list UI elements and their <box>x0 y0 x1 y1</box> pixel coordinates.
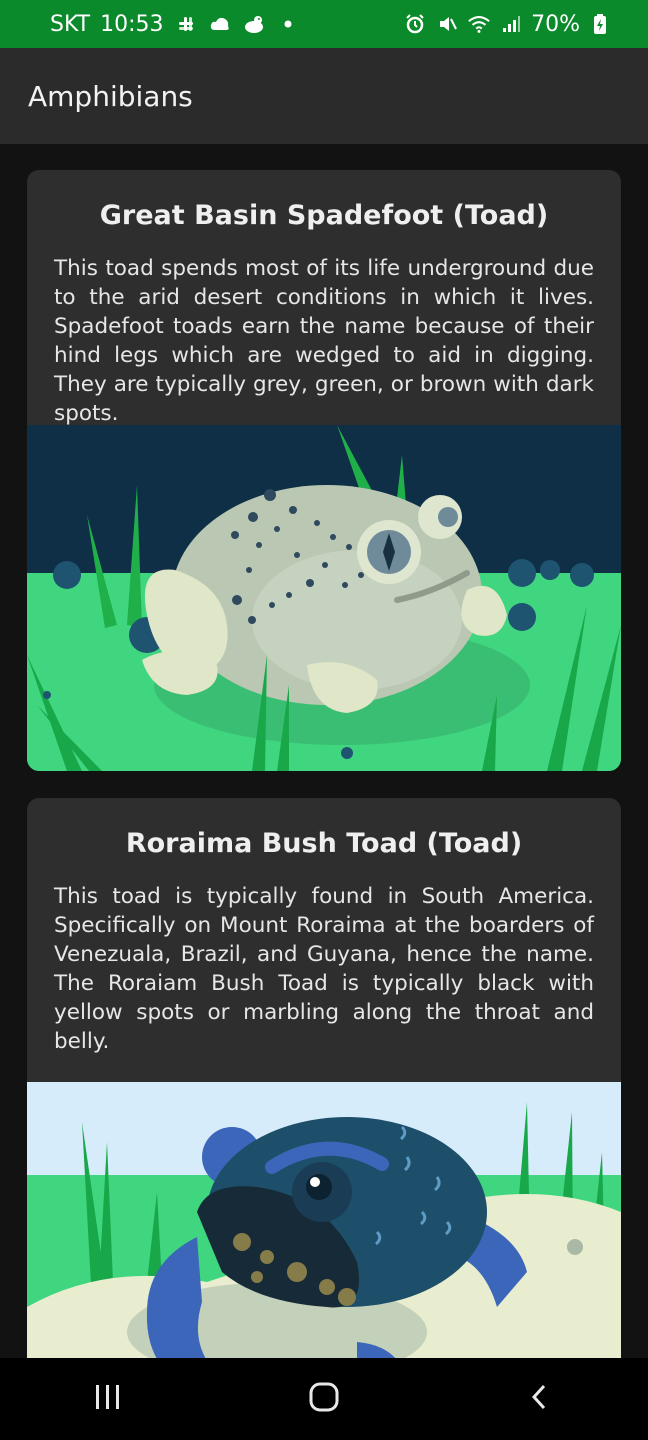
app-bar: Amphibians <box>0 48 648 144</box>
card-title: Great Basin Spadefoot (Toad) <box>99 200 549 231</box>
status-bar: SKT 10:53 70% <box>0 0 648 48</box>
card-roraima-bush-toad[interactable]: Roraima Bush Toad (Toad) This toad is ty… <box>27 798 621 1358</box>
carrier-label: SKT <box>50 11 91 37</box>
cloud-icon <box>208 12 232 36</box>
spadefoot-toad-image <box>27 425 621 771</box>
signal-icon <box>499 12 523 36</box>
app-title: Amphibians <box>28 79 193 113</box>
dot-icon <box>276 12 300 36</box>
duck-icon <box>242 12 266 36</box>
roraima-bush-toad-image <box>27 1082 621 1358</box>
home-button[interactable] <box>284 1369 364 1429</box>
battery-icon <box>588 12 612 36</box>
wifi-icon <box>467 12 491 36</box>
status-left: SKT 10:53 <box>50 12 300 37</box>
back-button[interactable] <box>500 1369 580 1429</box>
battery-level: 70% <box>531 11 580 37</box>
recents-icon <box>93 1382 123 1416</box>
card-title: Roraima Bush Toad (Toad) <box>125 828 523 859</box>
home-icon <box>308 1381 340 1417</box>
clock: 10:53 <box>100 11 164 37</box>
navigation-bar <box>0 1358 648 1440</box>
alarm-icon <box>403 12 427 36</box>
status-right: 70% <box>403 12 612 37</box>
card-description: This toad spends most of its life underg… <box>54 256 594 426</box>
recents-button[interactable] <box>68 1369 148 1429</box>
amphibian-list[interactable]: Great Basin Spadefoot (Toad) This toad s… <box>0 144 648 1358</box>
slack-icon <box>174 12 198 36</box>
back-icon <box>525 1382 555 1416</box>
card-great-basin-spadefoot[interactable]: Great Basin Spadefoot (Toad) This toad s… <box>27 170 621 771</box>
mute-icon <box>435 12 459 36</box>
card-description: This toad is typically found in South Am… <box>54 884 594 1054</box>
